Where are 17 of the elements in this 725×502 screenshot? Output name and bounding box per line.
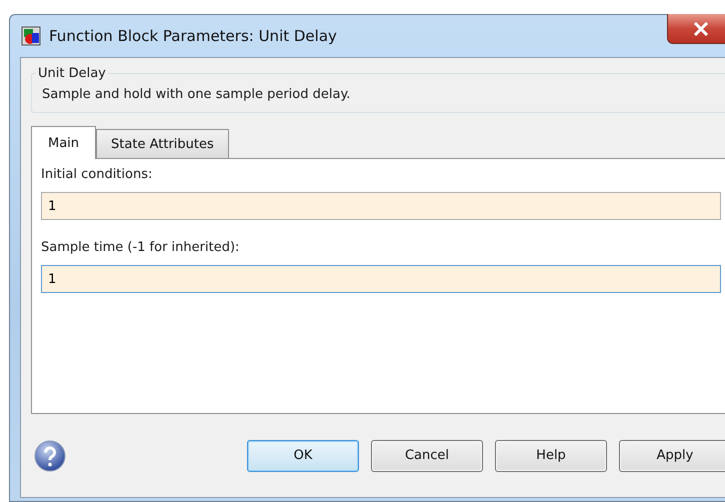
field-label: Initial conditions: — [41, 167, 154, 182]
help-icon[interactable] — [34, 440, 66, 472]
block-description: Sample and hold with one sample period delay. — [42, 87, 350, 102]
dialog-button[interactable]: OK — [247, 440, 359, 472]
group-title: Unit Delay — [37, 66, 107, 81]
input-field[interactable]: 1 — [41, 265, 721, 293]
block-icon — [21, 26, 41, 46]
tab[interactable]: State Attributes — [96, 129, 229, 158]
field-label: Sample time (-1 for inherited): — [41, 240, 240, 255]
input-field[interactable]: 1 — [41, 192, 721, 220]
close-button[interactable] — [667, 14, 725, 44]
dialog-button[interactable]: Help — [495, 440, 607, 472]
dialog-button[interactable]: Apply — [619, 440, 725, 472]
close-icon — [693, 22, 709, 36]
window-title: Function Block Parameters: Unit Delay — [49, 27, 337, 45]
dialog-button[interactable]: Cancel — [371, 440, 483, 472]
tab[interactable]: Main — [31, 126, 96, 159]
